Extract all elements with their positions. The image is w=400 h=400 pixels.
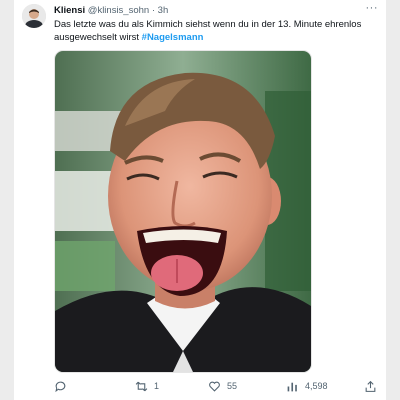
heart-icon (209, 381, 220, 392)
tweet-text: Das letzte was du als Kimmich siehst wen… (54, 18, 374, 44)
share-button[interactable] (364, 378, 377, 394)
avatar-image (22, 4, 46, 28)
more-options-icon[interactable]: ··· (366, 2, 379, 14)
laughing-man-photo-icon (55, 51, 311, 372)
tweet-photo[interactable] (54, 50, 312, 373)
tweet-card[interactable]: Kliensi @klinsis_sohn · 3h ··· Das letzt… (14, 0, 386, 400)
author-name[interactable]: Kliensi (54, 5, 85, 16)
tweet-text-body: Das letzte was du als Kimmich siehst wen… (54, 19, 362, 43)
author-handle[interactable]: @klinsis_sohn (88, 5, 149, 16)
separator-dot: · (151, 5, 156, 16)
tweet-header: Kliensi @klinsis_sohn · 3h (54, 4, 376, 18)
reply-button[interactable] (54, 378, 73, 394)
retweet-button[interactable]: 1 (135, 378, 159, 394)
reply-icon (55, 381, 66, 392)
views-button[interactable]: 4,598 (286, 378, 328, 394)
avatar[interactable] (22, 4, 46, 28)
tweet-time[interactable]: 3h (158, 5, 169, 16)
retweet-count: 1 (154, 381, 160, 391)
tweet-actions: 1 55 4,598 (54, 378, 379, 394)
views-bar-chart-icon (287, 382, 297, 391)
retweet-icon (135, 381, 148, 391)
share-icon (365, 380, 376, 392)
hashtag-link[interactable]: #Nagelsmann (142, 32, 204, 43)
like-button[interactable]: 55 (208, 378, 237, 394)
like-count: 55 (227, 381, 238, 391)
views-count: 4,598 (305, 381, 328, 391)
